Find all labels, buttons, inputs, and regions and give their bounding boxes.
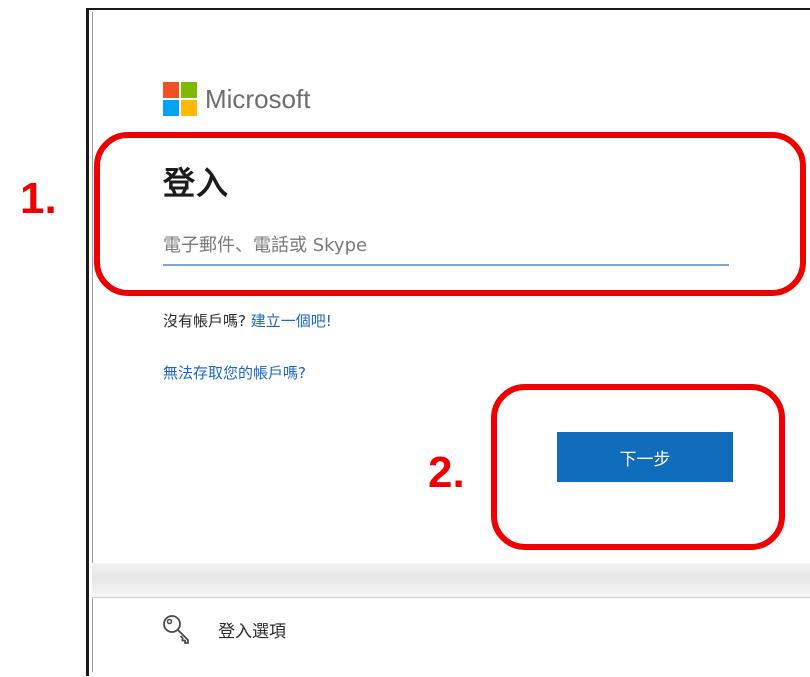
signin-options-label: 登入選項 <box>218 621 286 642</box>
annotation-box-step1 <box>94 132 806 296</box>
microsoft-logo-icon <box>163 82 197 116</box>
annotation-step2-label: 2. <box>428 448 465 497</box>
annotation-box-step2 <box>491 384 785 550</box>
logo-square-green <box>181 82 197 98</box>
brand-name: Microsoft <box>205 83 311 114</box>
signin-options-button[interactable]: 登入選項 <box>160 612 286 646</box>
annotation-step1-label: 1. <box>20 174 57 223</box>
footer-separator-shadow <box>92 563 810 597</box>
create-account-link[interactable]: 建立一個吧! <box>251 312 332 330</box>
logo-square-yellow <box>181 100 197 116</box>
no-account-text: 沒有帳戶嗎? <box>163 312 246 330</box>
logo-square-red <box>163 82 179 98</box>
cant-access-account-link[interactable]: 無法存取您的帳戶嗎? <box>163 362 306 383</box>
no-account-row: 沒有帳戶嗎? 建立一個吧! <box>163 310 332 331</box>
footer-divider <box>92 597 810 598</box>
key-icon <box>160 612 194 646</box>
logo-square-blue <box>163 100 179 116</box>
microsoft-logo: Microsoft <box>163 82 310 116</box>
